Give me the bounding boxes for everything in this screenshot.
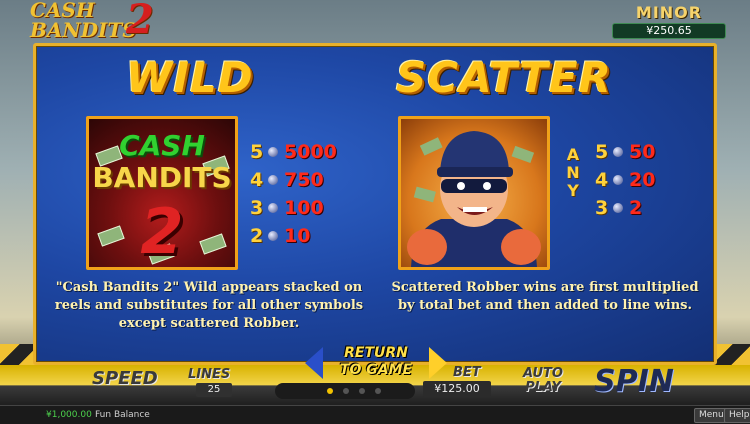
autoplay-line1: AUTO xyxy=(523,366,563,381)
autoplay-button[interactable]: AUTO PLAY xyxy=(523,367,563,395)
logo-number: 2 xyxy=(126,0,154,43)
pay-row: 4 20 xyxy=(595,166,655,194)
game-logo: CASH BANDITS 2 xyxy=(30,0,154,42)
pay-row: 4 750 xyxy=(250,166,337,194)
wild-symbol-number: 2 xyxy=(140,195,184,268)
page-dot-3[interactable] xyxy=(359,388,365,394)
any-letter: A xyxy=(566,145,580,164)
pay-row: 5 5000 xyxy=(250,138,337,166)
balance-label: Fun Balance xyxy=(95,410,150,420)
pay-row: 5 50 xyxy=(595,138,655,166)
paytable-panel: WILD SCATTER CASH BANDITS 2 5 5000 4 750… xyxy=(33,43,717,365)
pay-row: 2 10 xyxy=(250,222,337,250)
arrow-left-icon[interactable] xyxy=(305,347,323,379)
page-dot-4[interactable] xyxy=(375,388,381,394)
minor-jackpot: MINOR ¥250.65 xyxy=(612,3,726,41)
pay-count: 5 xyxy=(595,141,609,163)
scatter-robber-symbol xyxy=(398,116,550,270)
pay-count: 2 xyxy=(250,225,264,247)
pay-value: 20 xyxy=(629,169,656,191)
lines-label: LINES xyxy=(188,367,231,382)
pay-row: 3 2 xyxy=(595,194,655,222)
robber-icon xyxy=(407,131,541,267)
any-letter: Y xyxy=(567,181,579,200)
wild-pays: 5 5000 4 750 3 100 2 10 xyxy=(250,138,337,250)
pay-value: 750 xyxy=(284,169,324,191)
wild-title: WILD xyxy=(126,53,254,102)
pay-count: 4 xyxy=(250,169,264,191)
jackpot-label: MINOR xyxy=(635,3,703,22)
pay-value: 5000 xyxy=(284,141,337,163)
bet-label: BET xyxy=(453,365,481,380)
wild-symbol-line2: BANDITS xyxy=(92,161,232,194)
pay-row: 3 100 xyxy=(250,194,337,222)
wild-symbol: CASH BANDITS 2 xyxy=(86,116,238,270)
coin-icon xyxy=(268,175,278,185)
coin-icon xyxy=(613,203,623,213)
pay-value: 2 xyxy=(629,197,643,219)
spin-button[interactable]: SPIN xyxy=(594,364,674,399)
coin-icon xyxy=(613,147,623,157)
any-label: A N Y xyxy=(566,146,580,200)
any-letter: N xyxy=(566,163,580,182)
return-label: RETURN TO GAME xyxy=(331,345,421,379)
lines-value[interactable]: 25 xyxy=(196,383,232,397)
wild-symbol-line1: CASH xyxy=(119,129,205,162)
pay-count: 3 xyxy=(595,197,609,219)
pay-count: 5 xyxy=(250,141,264,163)
page-dot-2[interactable] xyxy=(343,388,349,394)
jackpot-value: ¥250.65 xyxy=(612,23,726,39)
coin-icon xyxy=(268,203,278,213)
page-dot-1[interactable] xyxy=(327,388,333,394)
pay-value: 100 xyxy=(284,197,324,219)
logo-line2: BANDITS xyxy=(30,18,137,42)
pay-count: 3 xyxy=(250,197,264,219)
return-to-game-button[interactable]: RETURN TO GAME xyxy=(305,344,447,384)
status-bar: ¥1,000.00 Fun Balance Menu Help xyxy=(0,405,750,424)
coin-icon xyxy=(268,147,278,157)
return-line1: RETURN xyxy=(344,345,408,361)
help-button[interactable]: Help xyxy=(724,408,750,423)
pay-count: 4 xyxy=(595,169,609,191)
pay-value: 10 xyxy=(284,225,311,247)
logo-line1: CASH xyxy=(30,0,95,22)
scatter-title: SCATTER xyxy=(396,53,612,102)
page-indicator xyxy=(275,383,415,399)
return-line2: TO GAME xyxy=(339,362,413,378)
balance-value: ¥1,000.00 xyxy=(46,410,92,420)
coin-icon xyxy=(613,175,623,185)
wild-description: "Cash Bandits 2" Wild appears stacked on… xyxy=(54,280,364,331)
scatter-description: Scattered Robber wins are first multipli… xyxy=(391,280,699,313)
coin-icon xyxy=(268,231,278,241)
pay-value: 50 xyxy=(629,141,656,163)
scatter-pays: 5 50 4 20 3 2 xyxy=(595,138,655,222)
arrow-right-icon[interactable] xyxy=(429,347,447,379)
speed-button[interactable]: SPEED xyxy=(92,368,158,389)
autoplay-line2: PLAY xyxy=(525,380,561,395)
